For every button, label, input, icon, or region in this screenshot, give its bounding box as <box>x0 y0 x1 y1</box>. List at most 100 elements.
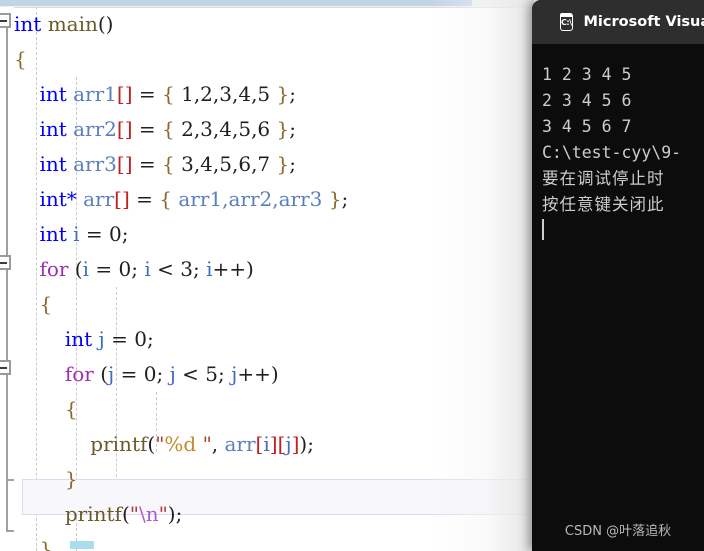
code-text[interactable]: int main(){ int arr1[] = { 1,2,3,4,5 }; … <box>14 7 534 551</box>
code-token: int <box>64 327 93 351</box>
code-line[interactable]: } <box>14 532 534 551</box>
code-token: ) <box>270 362 279 386</box>
code-token: [] <box>114 187 130 211</box>
code-token: printf <box>64 502 122 526</box>
code-token: } <box>276 82 290 106</box>
code-token: arr1,arr2,arr3 <box>178 187 323 211</box>
code-token: , <box>211 432 225 456</box>
code-token: ) <box>167 502 176 526</box>
code-token: { <box>159 187 172 211</box>
code-token: ; <box>341 187 349 211</box>
code-token: < <box>150 257 181 281</box>
fold-connector-line <box>6 375 8 530</box>
code-line[interactable]: int arr1[] = { 1,2,3,4,5 }; <box>14 77 534 112</box>
code-token: 1,2,3,4,5 <box>174 82 277 106</box>
code-token: < <box>175 362 206 386</box>
code-line[interactable]: int* arr[] = { arr1,arr2,arr3 }; <box>14 182 534 217</box>
fold-toggle-icon[interactable] <box>0 360 11 375</box>
code-token: printf <box>90 432 148 456</box>
code-token: main <box>47 12 98 36</box>
code-token: int* <box>39 187 77 211</box>
horizontal-scrollbar-track[interactable] <box>472 0 534 6</box>
code-token: ; <box>289 117 296 141</box>
code-token: } <box>328 187 342 211</box>
code-token: ) <box>246 257 254 281</box>
code-line[interactable]: printf("\n"); <box>14 497 534 532</box>
code-token: int <box>14 12 42 36</box>
code-token: for <box>64 362 94 386</box>
code-token: = <box>132 82 162 106</box>
console-window[interactable]: C:\ Microsoft Visual 1 2 3 4 5 2 3 4 5 6 3… <box>532 0 704 551</box>
fold-toggle-icon[interactable] <box>0 255 11 270</box>
code-line[interactable]: printf("%d ", arr[i][j]); <box>14 427 534 462</box>
code-line[interactable]: { <box>14 42 534 77</box>
code-line[interactable]: int arr2[] = { 2,3,4,5,6 }; <box>14 112 534 147</box>
code-token: ( <box>121 502 130 526</box>
code-line[interactable]: int arr3[] = { 3,4,5,6,7 }; <box>14 147 534 182</box>
code-token: [] <box>116 152 133 176</box>
code-token: () <box>97 12 114 36</box>
fold-toggle-icon[interactable] <box>0 13 11 28</box>
code-token: 0 <box>109 222 122 246</box>
code-token: = <box>132 117 162 141</box>
code-line[interactable]: { <box>14 392 534 427</box>
console-message-line: 按任意键关闭此 <box>542 195 665 214</box>
code-token: ; <box>289 152 296 176</box>
code-line[interactable]: for (i = 0; i < 3; i++) <box>14 252 534 287</box>
console-caret <box>542 218 704 244</box>
code-token: for <box>39 257 69 281</box>
fold-region-end <box>6 530 14 532</box>
horizontal-scrollbar-thumb[interactable] <box>0 0 472 6</box>
code-token: 3 <box>180 257 193 281</box>
code-token: ; <box>131 257 145 281</box>
code-token: " <box>129 502 139 526</box>
code-line[interactable]: int j = 0; <box>14 322 534 357</box>
fold-connector-line <box>6 25 8 255</box>
code-token: } <box>39 537 53 551</box>
code-line[interactable]: } <box>14 462 534 497</box>
code-token: arr <box>224 432 256 456</box>
code-token: ++ <box>212 257 247 281</box>
code-token: int <box>39 82 67 106</box>
code-token: arr3 <box>73 152 117 176</box>
code-token: { <box>162 152 175 176</box>
console-output-line: C:\test-cyy\9- <box>542 143 682 162</box>
code-token: int <box>39 222 67 246</box>
code-token: arr2 <box>73 117 117 141</box>
code-line[interactable]: int main() <box>14 7 534 42</box>
console-window-title: Microsoft Visual <box>583 14 704 30</box>
code-line[interactable]: for (j = 0; j < 5; j++) <box>14 357 534 392</box>
code-token: 0 <box>118 257 132 281</box>
code-line[interactable]: int i = 0; <box>14 217 534 252</box>
code-token: ; <box>307 432 314 456</box>
console-output-line: 1 2 3 4 5 <box>542 65 632 84</box>
code-token: " <box>202 432 212 456</box>
code-token: arr <box>83 187 115 211</box>
console-output[interactable]: 1 2 3 4 5 2 3 4 5 6 3 4 5 6 7 C:\test-cyy\9… <box>532 44 704 551</box>
code-token: ( <box>68 257 83 281</box>
cmd-prompt-icon: C:\ <box>560 13 573 31</box>
code-token: [] <box>116 117 133 141</box>
code-token: ; <box>156 362 170 386</box>
code-token: { <box>39 292 53 316</box>
code-token: } <box>64 467 78 491</box>
code-token: [] <box>116 82 133 106</box>
outlining-gutter[interactable] <box>0 7 14 551</box>
code-token: = <box>132 152 162 176</box>
console-titlebar[interactable]: C:\ Microsoft Visual <box>532 0 704 44</box>
code-line[interactable]: { <box>14 287 534 322</box>
code-token: ; <box>146 327 154 351</box>
code-token: ; <box>289 82 296 106</box>
code-token: { <box>14 47 27 71</box>
